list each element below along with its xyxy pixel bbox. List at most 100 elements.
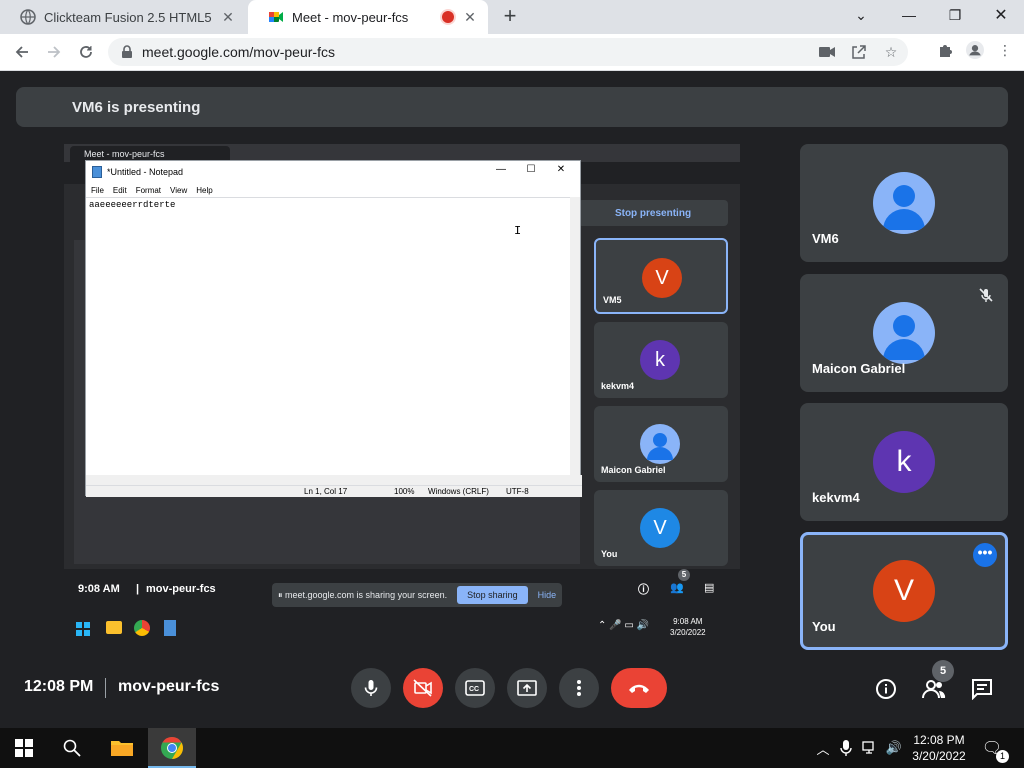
participant-name: You	[812, 619, 836, 634]
volume-icon[interactable]: 🔊	[886, 740, 902, 756]
tab-meet[interactable]: Meet - mov-peur-fcs ✕	[248, 0, 488, 34]
globe-icon	[20, 9, 36, 25]
chat-icon[interactable]	[969, 676, 995, 702]
people-icon: 👥	[670, 582, 684, 594]
windows-start-icon	[76, 622, 90, 636]
bookmark-star-icon[interactable]: ☆	[882, 43, 900, 61]
tile-name: VM5	[603, 295, 622, 305]
notepad-content: aaeeeeeerrdterte	[89, 200, 176, 210]
shared-tray-date: 3/20/2022	[670, 628, 706, 637]
shared-screen: Meet - mov-peur-fcs Stop presenting V VM…	[64, 144, 740, 648]
forward-arrow-icon[interactable]	[42, 40, 66, 64]
share-message: meet.google.com is sharing your screen.	[285, 590, 448, 600]
notepad-titlebar: *Untitled - Notepad — ☐ ✕	[86, 161, 580, 183]
person-avatar-icon	[640, 424, 680, 464]
profile-avatar-icon[interactable]	[966, 41, 984, 59]
chrome-icon	[134, 620, 150, 636]
maximize-icon: ☐	[526, 164, 536, 175]
avatar: V	[873, 560, 935, 622]
end-call-button[interactable]	[611, 668, 667, 708]
close-icon: ✕	[556, 164, 566, 175]
meet-control-bar: 12:08 PM mov-peur-fcs CC 5	[0, 652, 1024, 728]
status-zoom: 100%	[394, 487, 415, 496]
meeting-info-icon[interactable]	[873, 676, 899, 702]
participant-name: Maicon Gabriel	[812, 361, 906, 376]
close-window-button[interactable]: ✕	[978, 0, 1024, 30]
windows-taskbar: ︿ 🔊 12:08 PM 3/20/2022 🗨 1	[0, 728, 1024, 768]
more-options-icon[interactable]: •••	[973, 543, 997, 567]
share-icon[interactable]	[850, 43, 868, 61]
camera-off-button[interactable]	[403, 668, 443, 708]
avatar: V	[642, 258, 682, 298]
menu-view: View	[170, 185, 188, 195]
meeting-time: 12:08 PM	[24, 678, 94, 695]
tile-name: kekvm4	[601, 381, 635, 391]
notification-count-badge: 1	[996, 750, 1009, 763]
menu-format: Format	[135, 185, 162, 195]
shared-tab-title: Meet - mov-peur-fcs	[84, 149, 165, 159]
more-options-button[interactable]	[559, 668, 599, 708]
microphone-button[interactable]	[351, 668, 391, 708]
tray-icons: ⌃ 🎤 ▭ 🔊	[598, 620, 650, 631]
back-arrow-icon[interactable]	[10, 40, 34, 64]
status-position: Ln 1, Col 17	[304, 487, 348, 496]
notepad-vertical-scrollbar	[570, 197, 580, 475]
file-explorer-icon	[106, 621, 122, 634]
shared-tile-kekvm4: k kekvm4	[594, 322, 728, 398]
address-bar[interactable]: meet.google.com/mov-peur-fcs ☆	[108, 38, 908, 66]
reload-icon[interactable]	[74, 40, 98, 64]
person-avatar-icon	[873, 172, 935, 234]
sharing-notice: ⏸ meet.google.com is sharing your screen…	[272, 583, 563, 607]
participant-count-badge: 5	[932, 660, 954, 682]
tab-title: Meet - mov-peur-fcs	[292, 9, 409, 25]
chat-icon: ▤	[704, 582, 715, 594]
notepad-icon	[92, 166, 102, 178]
start-button[interactable]	[0, 728, 48, 768]
restore-button[interactable]: ❐	[932, 0, 978, 30]
stop-sharing-button: Stop sharing	[457, 586, 528, 604]
shared-meet-bottom-bar: 9:08 AM | mov-peur-fcs ⏸ meet.google.com…	[64, 569, 740, 648]
participant-name: kekvm4	[812, 490, 860, 505]
lock-icon[interactable]	[120, 45, 134, 59]
tab-close-icon[interactable]: ✕	[220, 9, 236, 25]
present-screen-button[interactable]	[507, 668, 547, 708]
tab-search-icon[interactable]: ⌄	[838, 0, 884, 30]
avatar: k	[873, 431, 935, 493]
participant-tile-you[interactable]: V ••• You	[800, 532, 1008, 650]
captions-button[interactable]: CC	[455, 668, 495, 708]
notepad-icon	[164, 620, 176, 636]
tab-close-icon[interactable]: ✕	[462, 9, 478, 25]
text-cursor-icon: I	[514, 224, 522, 238]
url-text: meet.google.com/mov-peur-fcs	[142, 44, 335, 60]
tab-title: Clickteam Fusion 2.5 HTML5 Run	[44, 9, 216, 25]
new-tab-button[interactable]: +	[498, 5, 522, 29]
participant-tile-kekvm4[interactable]: k kekvm4	[800, 403, 1008, 521]
extensions-puzzle-icon[interactable]	[936, 41, 954, 59]
chrome-menu-icon[interactable]: ⋮	[996, 41, 1014, 59]
chrome-taskbar-icon[interactable]	[148, 728, 196, 768]
minimize-icon: —	[496, 164, 506, 175]
avatar: V	[640, 508, 680, 548]
status-encoding: UTF-8	[506, 487, 529, 496]
network-icon[interactable]	[862, 740, 878, 756]
tab-clickteam[interactable]: Clickteam Fusion 2.5 HTML5 Run ✕	[0, 0, 246, 34]
tray-microphone-icon[interactable]	[838, 740, 854, 756]
menu-edit: Edit	[112, 185, 127, 195]
person-avatar-icon	[873, 302, 935, 364]
shared-tile-maicon: Maicon Gabriel	[594, 406, 728, 482]
minimize-button[interactable]: —	[886, 0, 932, 30]
system-clock[interactable]: 12:08 PM 3/20/2022	[908, 732, 970, 764]
search-icon[interactable]	[48, 728, 96, 768]
tray-chevron-icon[interactable]: ︿	[815, 740, 831, 757]
file-explorer-icon[interactable]	[98, 728, 146, 768]
notepad-window: *Untitled - Notepad — ☐ ✕ File Edit Form…	[85, 160, 582, 497]
shared-stop-presenting-button: Stop presenting	[578, 200, 728, 226]
participant-tile-vm6[interactable]: VM6	[800, 144, 1008, 262]
notepad-horizontal-scrollbar	[86, 475, 582, 485]
browser-toolbar: meet.google.com/mov-peur-fcs ☆ ⋮	[0, 34, 1024, 71]
notepad-statusbar: Ln 1, Col 17 100% Windows (CRLF) UTF-8	[86, 485, 582, 497]
participant-tile-maicon[interactable]: Maicon Gabriel	[800, 274, 1008, 392]
avatar: k	[640, 340, 680, 380]
tile-name: You	[601, 549, 618, 559]
camera-permission-icon[interactable]	[818, 43, 836, 61]
